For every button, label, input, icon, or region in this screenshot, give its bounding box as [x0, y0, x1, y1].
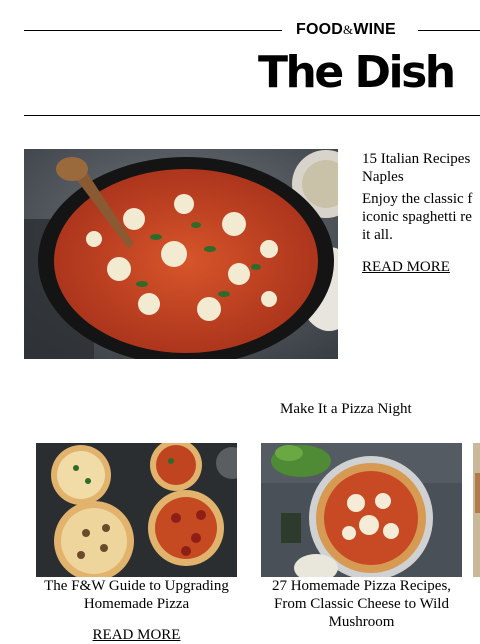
header-rule-left [24, 30, 282, 31]
card-title-pizza-guide-line1: The F&W Guide to Upgrading [44, 578, 229, 594]
card-read-more-link-pizza-guide[interactable]: READ MORE [36, 627, 237, 644]
feature-read-more-link[interactable]: READ MORE [362, 259, 450, 276]
brand-logo[interactable]: FOOD&WINE [296, 21, 396, 39]
feature-title-line2: Naples [362, 169, 404, 185]
feature-description-line3: it all. [362, 227, 393, 243]
feature-image[interactable] [24, 149, 338, 359]
card-title-pizza-guide-line2: Homemade Pizza [83, 596, 190, 612]
feature-description: Enjoy the classic f iconic spaghetti re … [362, 190, 480, 244]
card-title-pizza-recipes[interactable]: 27 Homemade Pizza Recipes, From Classic … [261, 577, 462, 631]
header-rule-right [418, 30, 480, 31]
feature-title-line1: 15 Italian Recipes [362, 151, 471, 167]
card-title-pizza-recipes-line1: 27 Homemade Pizza Recipes, [271, 578, 452, 594]
newsletter-title: The Dish [258, 47, 456, 98]
brand-logo-amp: & [343, 22, 354, 37]
section-title: Make It a Pizza Night [280, 401, 412, 417]
feature-description-line1: Enjoy the classic f [362, 191, 473, 207]
card-title-pizza-recipes-line2: From Classic Cheese to Wild [274, 596, 449, 612]
header-separator [24, 115, 480, 116]
feature-description-line2: iconic spaghetti re [362, 209, 472, 225]
feature-title[interactable]: 15 Italian Recipes Naples [362, 150, 480, 186]
brand-logo-food: FOOD [296, 21, 344, 38]
card-image-cropped[interactable] [473, 443, 480, 577]
card-image-pizza-guide[interactable] [36, 443, 237, 577]
card-title-pizza-guide[interactable]: The F&W Guide to Upgrading Homemade Pizz… [36, 577, 237, 613]
card-image-pizza-recipes[interactable] [261, 443, 462, 577]
card-title-pizza-recipes-line3: Mushroom [328, 614, 395, 630]
brand-logo-wine: WINE [353, 21, 396, 38]
